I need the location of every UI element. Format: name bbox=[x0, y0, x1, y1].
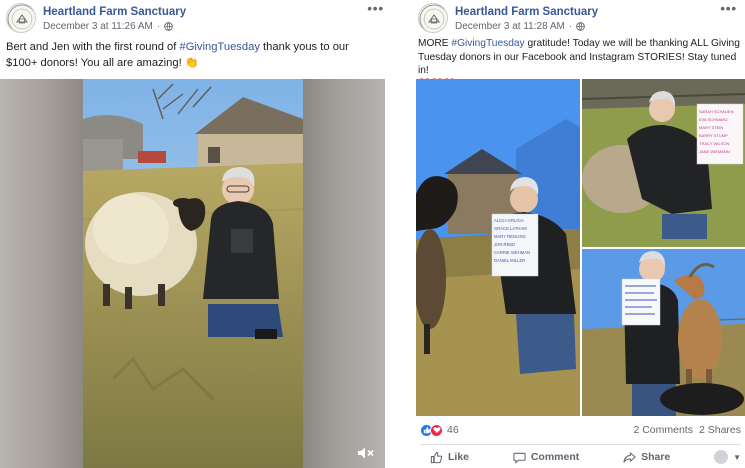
sanctuary-logo-icon bbox=[419, 4, 447, 32]
love-reaction-icon bbox=[430, 423, 443, 437]
avatar bbox=[714, 450, 729, 464]
sign-name: MARY STEIN bbox=[699, 125, 723, 130]
page-avatar[interactable] bbox=[418, 3, 448, 33]
thumbs-up-icon bbox=[430, 451, 443, 463]
sign-name: JANE WIEMANN bbox=[699, 149, 730, 154]
video-player[interactable] bbox=[0, 79, 385, 468]
post-bert-and-jen: Heartland Farm Sanctuary December 3 at 1… bbox=[0, 0, 392, 468]
post-text-part: MORE bbox=[418, 38, 452, 49]
photo-tile[interactable] bbox=[582, 249, 745, 416]
divider bbox=[420, 444, 741, 445]
post-timestamp[interactable]: December 3 at 11:28 AM bbox=[455, 21, 565, 32]
post-more-gratitude: Heartland Farm Sanctuary December 3 at 1… bbox=[412, 0, 745, 468]
page-name-link[interactable]: Heartland Farm Sanctuary bbox=[455, 6, 598, 18]
reaction-audience-selector[interactable]: ▼ bbox=[704, 450, 741, 464]
blurred-video-edge bbox=[303, 79, 385, 468]
comment-label: Comment bbox=[530, 451, 580, 463]
sign-name: SARAH SCHAUEN bbox=[699, 109, 734, 114]
reaction-count: 46 bbox=[447, 424, 459, 436]
post-meta: December 3 at 11:28 AM · bbox=[455, 21, 586, 32]
post-timestamp[interactable]: December 3 at 11:26 AM bbox=[43, 21, 153, 32]
sign-name: CARRIE WEHMAN bbox=[494, 250, 530, 255]
shares-count-link[interactable]: 2 Shares bbox=[699, 424, 741, 436]
comment-button[interactable]: Comment bbox=[503, 451, 589, 464]
comments-count-link[interactable]: 2 Comments bbox=[633, 424, 693, 436]
page-avatar[interactable] bbox=[6, 3, 36, 33]
globe-icon bbox=[576, 22, 586, 31]
like-label: Like bbox=[448, 451, 470, 463]
more-options-icon[interactable]: ••• bbox=[367, 1, 384, 16]
video-frame-sheep-and-volunteer bbox=[83, 79, 303, 468]
sign-name: EVA SCHWARZ bbox=[699, 117, 728, 122]
sign-name: BARRY STUMP bbox=[699, 133, 728, 138]
share-arrow-icon bbox=[623, 451, 636, 463]
post-actions-bar: Like Comment Share ▼ bbox=[420, 447, 741, 467]
sign-name: DANIEL MILLER bbox=[494, 258, 525, 263]
page-name-link[interactable]: Heartland Farm Sanctuary bbox=[43, 6, 186, 18]
comment-bubble-icon bbox=[513, 452, 526, 464]
reactions-summary[interactable]: 46 bbox=[420, 422, 459, 438]
globe-icon bbox=[164, 22, 174, 31]
sanctuary-logo-icon bbox=[7, 4, 35, 32]
post-text-part: Bert and Jen with the first round of bbox=[6, 41, 180, 53]
post-header: Heartland Farm Sanctuary December 3 at 1… bbox=[418, 1, 745, 35]
hashtag-link[interactable]: #GivingTuesday bbox=[451, 38, 524, 49]
post-header: Heartland Farm Sanctuary December 3 at 1… bbox=[6, 1, 392, 35]
photo-tile[interactable]: ALICIA ERLICH GRACE LATHAM MARY REDLING … bbox=[416, 79, 580, 416]
sign-name: GRACE LATHAM bbox=[494, 226, 527, 231]
sign-name: TRACY WILSON bbox=[699, 141, 729, 146]
more-options-icon[interactable]: ••• bbox=[720, 1, 737, 16]
sign-name: JON REED bbox=[494, 242, 515, 247]
post-text: Bert and Jen with the first round of #Gi… bbox=[6, 40, 381, 71]
sign-name: MARY REDLING bbox=[494, 234, 526, 239]
share-button[interactable]: Share bbox=[613, 451, 680, 464]
chevron-down-icon: ▼ bbox=[733, 452, 741, 462]
muted-speaker-icon[interactable] bbox=[357, 446, 375, 460]
engagement-counts: 2 Comments 2 Shares bbox=[633, 424, 741, 436]
sign-name: ALICIA ERLICH bbox=[494, 218, 524, 223]
photo-tile[interactable]: SARAH SCHAUEN EVA SCHWARZ MARY STEIN BAR… bbox=[582, 79, 745, 247]
post-meta: December 3 at 11:26 AM · bbox=[43, 21, 174, 32]
share-label: Share bbox=[641, 451, 671, 463]
like-button[interactable]: Like bbox=[420, 451, 479, 464]
blurred-video-edge bbox=[0, 79, 83, 468]
hashtag-link[interactable]: #GivingTuesday bbox=[180, 41, 260, 53]
